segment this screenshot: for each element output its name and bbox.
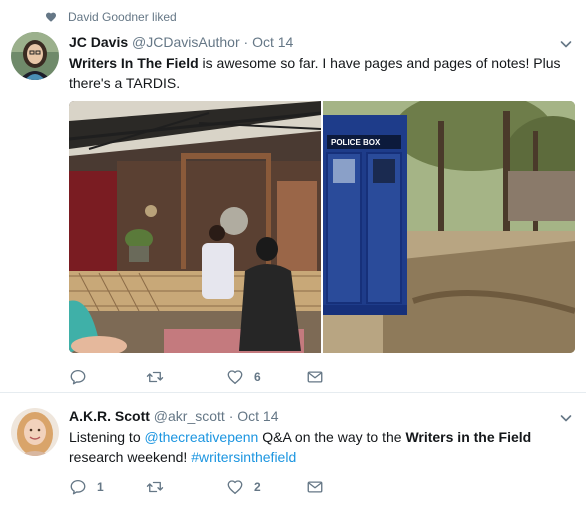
retweet-icon xyxy=(146,478,164,496)
tweet-actions: 6 xyxy=(69,368,386,386)
avatar[interactable] xyxy=(11,408,59,456)
reply-button[interactable] xyxy=(69,368,146,386)
direct-message-button[interactable] xyxy=(306,368,386,386)
like-count: 2 xyxy=(254,480,261,494)
tweet-header: A.K.R. Scott @akr_scott · Oct 14 xyxy=(69,408,279,424)
tweet[interactable]: David Goodner liked JC Davis @JCDavisAut… xyxy=(0,0,586,393)
mention-link[interactable]: @thecreativepenn xyxy=(145,429,259,445)
hashtag-link[interactable]: #writersinthefield xyxy=(191,449,296,465)
separator: · xyxy=(228,408,234,424)
tweet-text: Writers In The Field is awesome so far. … xyxy=(69,53,569,93)
direct-message-button[interactable] xyxy=(306,478,386,496)
tweet-timestamp[interactable]: Oct 14 xyxy=(237,408,278,424)
reply-icon xyxy=(69,478,87,496)
tweet-text-part: there's a TARDIS. xyxy=(69,75,181,91)
tweet-text-bold: Writers in the Field xyxy=(405,429,532,445)
photo-tardis[interactable]: POLICE BOX xyxy=(323,101,575,353)
retweet-button[interactable] xyxy=(146,368,226,386)
tweet-text-part: is awesome so far. I have pages and page… xyxy=(198,55,561,71)
tweet-text-part: Listening to xyxy=(69,429,145,445)
separator: · xyxy=(243,34,249,50)
like-icon xyxy=(226,368,244,386)
tweet[interactable]: A.K.R. Scott @akr_scott · Oct 14 Listeni… xyxy=(0,394,586,506)
tweet-actions: 1 2 xyxy=(69,478,386,496)
reply-button[interactable]: 1 xyxy=(69,478,146,496)
retweet-icon xyxy=(146,368,164,386)
tweet-header: JC Davis @JCDavisAuthor · Oct 14 xyxy=(69,34,293,50)
author-username[interactable]: @JCDavisAuthor xyxy=(132,34,240,50)
tweet-text-bold: Writers In The Field xyxy=(69,55,199,71)
tweet-text-part: research weekend! xyxy=(69,449,192,465)
police-box-sign: POLICE BOX xyxy=(331,138,381,147)
like-button[interactable]: 2 xyxy=(226,478,306,496)
like-icon xyxy=(226,478,244,496)
author-name[interactable]: JC Davis xyxy=(69,34,128,50)
avatar[interactable] xyxy=(11,32,59,80)
caret-down-icon[interactable] xyxy=(560,38,572,50)
tweet-text: Listening to @thecreativepenn Q&A on the… xyxy=(69,427,569,467)
direct-message-icon xyxy=(306,368,324,386)
like-count: 6 xyxy=(254,370,261,384)
media-grid: POLICE BOX xyxy=(69,101,575,353)
social-context-text[interactable]: David Goodner liked xyxy=(68,10,177,24)
like-button[interactable]: 6 xyxy=(226,368,306,386)
retweet-button[interactable] xyxy=(146,478,226,496)
tweet-text-part: Q&A on the way to the xyxy=(258,429,406,445)
author-username[interactable]: @akr_scott xyxy=(154,408,225,424)
photo-stage[interactable] xyxy=(69,101,321,353)
social-context: David Goodner liked xyxy=(45,10,177,24)
caret-down-icon[interactable] xyxy=(560,412,572,424)
reply-icon xyxy=(69,368,87,386)
heart-icon xyxy=(45,11,57,23)
reply-count: 1 xyxy=(97,480,104,494)
direct-message-icon xyxy=(306,478,324,496)
tweet-timestamp[interactable]: Oct 14 xyxy=(252,34,293,50)
author-name[interactable]: A.K.R. Scott xyxy=(69,408,150,424)
